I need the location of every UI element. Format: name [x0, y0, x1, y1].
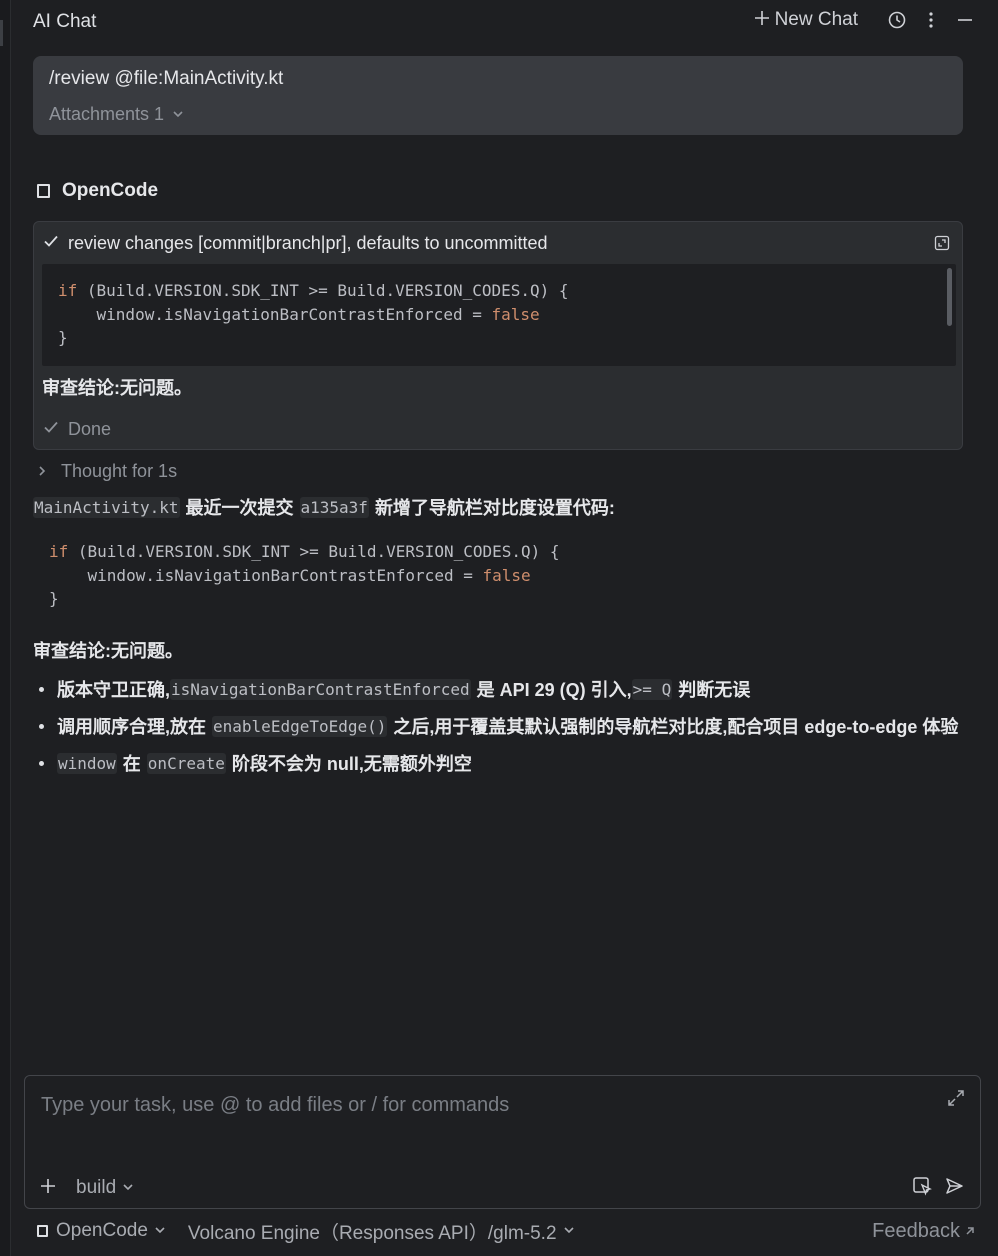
new-chat-label: New Chat	[774, 9, 858, 30]
tool-code: if (Build.VERSION.SDK_INT >= Build.VERSI…	[58, 281, 569, 347]
expand-icon[interactable]	[934, 235, 950, 256]
chevron-down-icon	[122, 1177, 134, 1199]
input-actions	[912, 1176, 964, 1201]
inline-code: >= Q	[631, 678, 673, 700]
inline-code: enableEdgeToEdge()	[212, 715, 388, 737]
bullet-dot	[39, 686, 44, 692]
history-icon[interactable]	[886, 9, 908, 31]
chevron-down-icon	[172, 104, 184, 125]
tool-call-card: review changes [commit|branch|pr], defau…	[33, 221, 963, 450]
agent-name: OpenCode	[62, 180, 159, 201]
response-code-block: if (Build.VERSION.SDK_INT >= Build.VERSI…	[49, 540, 560, 611]
task-input[interactable]: Type your task, use @ to add files or / …	[24, 1075, 981, 1209]
inline-code: a135a3f	[299, 496, 369, 518]
strip-marker	[0, 20, 3, 46]
check-icon	[42, 232, 60, 255]
plus-icon	[753, 8, 771, 32]
agent-square-icon	[37, 1225, 48, 1237]
task-input-placeholder: Type your task, use @ to add files or / …	[41, 1094, 510, 1116]
tool-code-block: if (Build.VERSION.SDK_INT >= Build.VERSI…	[42, 264, 956, 366]
bullet-dot	[39, 723, 44, 729]
user-prompt-bubble: /review @file:MainActivity.kt Attachment…	[33, 56, 963, 135]
attachments-toggle[interactable]: Attachments 1	[49, 104, 947, 125]
attachments-label: Attachments 1	[49, 104, 165, 124]
list-item: window 在 onCreate 阶段不会为 null,无需额外判空	[37, 751, 958, 775]
chevron-right-icon	[37, 461, 47, 482]
agent-square-icon	[37, 184, 50, 198]
select-element-icon[interactable]	[912, 1176, 932, 1201]
chevron-down-icon	[563, 1220, 575, 1242]
model-selector[interactable]: Volcano Engine（Responses API）/glm-5.2	[188, 1218, 575, 1245]
done-check-icon	[42, 418, 60, 441]
tool-status: Done	[42, 418, 111, 441]
mode-selector[interactable]: build	[76, 1177, 134, 1199]
agent-header: OpenCode	[37, 180, 158, 202]
status-label: Done	[68, 419, 112, 439]
expand-diagonal-icon[interactable]	[946, 1088, 966, 1113]
bullet-dot	[39, 760, 44, 766]
thought-toggle[interactable]: Thought for 1s	[37, 461, 177, 482]
response-code: if (Build.VERSION.SDK_INT >= Build.VERSI…	[49, 542, 560, 608]
response-bullet-list: 版本守卫正确, isNavigationBarContrastEnforced 是 …	[37, 677, 958, 788]
chevron-down-icon	[154, 1220, 166, 1242]
panel-title: AI Chat	[33, 11, 97, 32]
list-item: 版本守卫正确, isNavigationBarContrastEnforced 是 …	[37, 677, 958, 701]
code-scrollbar[interactable]	[947, 268, 952, 326]
tool-call-title: review changes [commit|branch|pr], defau…	[68, 233, 548, 253]
inline-code: onCreate	[146, 752, 226, 774]
agent-selector[interactable]: OpenCode	[37, 1220, 166, 1242]
more-vertical-icon[interactable]	[920, 9, 942, 31]
mode-label: build	[76, 1177, 117, 1198]
new-chat-button[interactable]: New Chat	[753, 8, 858, 32]
inline-code: window	[57, 752, 117, 774]
agent-selector-label: OpenCode	[56, 1220, 148, 1241]
minimize-icon[interactable]	[954, 9, 976, 31]
list-item: 调用顺序合理,放在 enableEdgeToEdge() 之后,用于覆盖其默认强制的…	[37, 714, 958, 738]
inline-code: MainActivity.kt	[33, 496, 180, 518]
feedback-link[interactable]: Feedback	[872, 1220, 976, 1243]
model-label: Volcano Engine（Responses API）/glm-5.2	[187, 1222, 557, 1244]
feedback-label: Feedback	[872, 1219, 960, 1242]
tool-verdict: 审查结论:无问题。	[42, 378, 192, 398]
tool-call-header[interactable]: review changes [commit|branch|pr], defau…	[42, 232, 954, 255]
external-link-icon	[964, 1220, 976, 1243]
chat-header: AI Chat New Chat	[11, 0, 998, 44]
add-context-button[interactable]	[39, 1176, 57, 1200]
chat-footer: OpenCode Volcano Engine（Responses API）/g…	[37, 1218, 976, 1245]
header-actions: New Chat	[753, 8, 976, 32]
user-prompt-text: /review @file:MainActivity.kt	[49, 68, 284, 89]
thought-label: Thought for 1s	[61, 461, 178, 481]
send-icon[interactable]	[944, 1176, 964, 1201]
response-intro: MainActivity.kt 最近一次提交 a135a3f 新增了导航栏对比度设置代…	[33, 496, 615, 518]
response-verdict: 审查结论:无问题。	[33, 641, 183, 661]
left-tool-strip	[0, 0, 11, 1256]
inline-code: isNavigationBarContrastEnforced	[170, 678, 471, 700]
